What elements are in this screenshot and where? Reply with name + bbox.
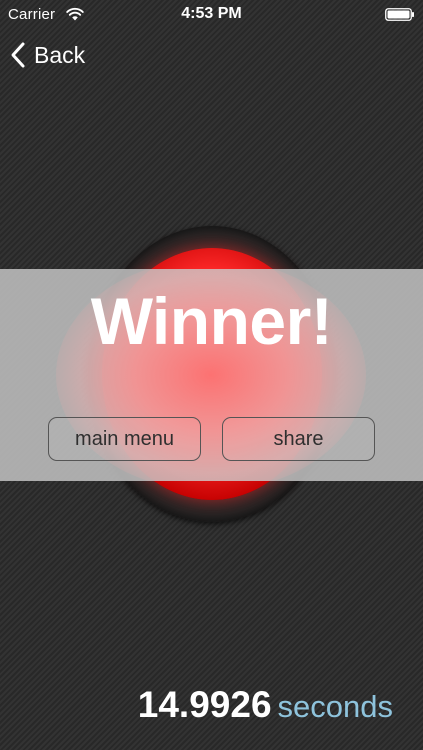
battery-icon — [385, 8, 414, 21]
chevron-left-icon — [11, 42, 25, 68]
time-value: 14.9926 — [137, 684, 272, 725]
status-bar: Carrier 4:53 PM — [0, 0, 423, 28]
winner-title: Winner! — [90, 284, 333, 358]
status-time: 4:53 PM — [181, 5, 242, 22]
share-button[interactable]: share — [222, 417, 375, 461]
time-unit: seconds — [277, 689, 393, 724]
winner-banner: Winner! main menu share — [0, 269, 423, 481]
time-readout: 14.9926 seconds — [138, 684, 393, 726]
main-menu-button[interactable]: main menu — [48, 417, 201, 461]
back-label: Back — [34, 41, 86, 68]
back-button[interactable]: Back — [10, 38, 85, 72]
